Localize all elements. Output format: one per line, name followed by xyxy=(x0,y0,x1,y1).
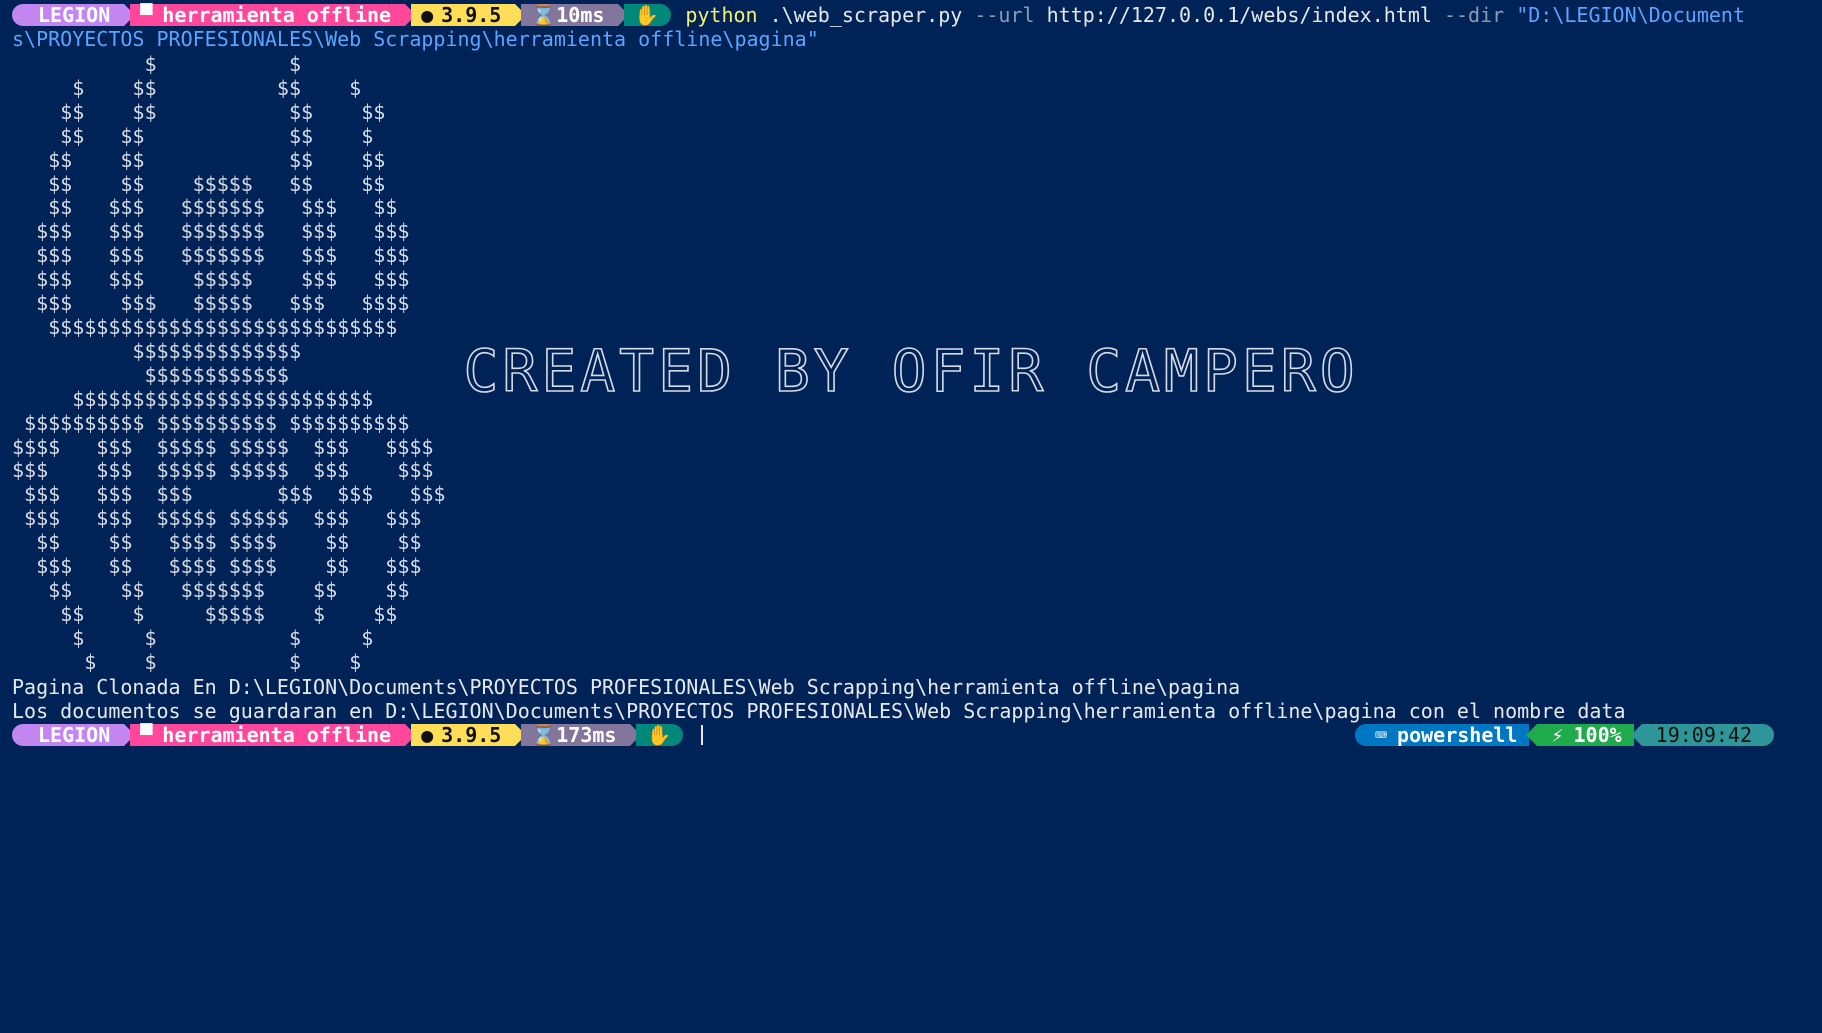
command-dir-wrap: s\PROYECTOS PROFESIONALES\Web Scrapping\… xyxy=(12,27,819,51)
battery-plug-icon: ⚡ xyxy=(1551,722,1564,747)
folder-icon: ▀ xyxy=(140,3,153,27)
prompt2-path-segment: ▀ herramienta offline xyxy=(130,722,416,747)
hourglass-icon: ⌛ xyxy=(531,3,557,27)
command-script: .\web_scraper.py xyxy=(757,3,975,27)
prompt-line-1: LEGION ▀ herramienta offline ● 3.9.5 ⌛ 10ms… xyxy=(12,3,1822,27)
prompt2-python-version: 3.9.5 xyxy=(441,722,502,747)
prompt2-python-segment: ● 3.9.5 xyxy=(411,722,527,747)
clock-segment: 19:09:42 xyxy=(1630,722,1774,747)
clock-time: 19:09:42 xyxy=(1655,722,1752,747)
prompt-status-segment: ✋ xyxy=(624,3,672,27)
python-icon: ● xyxy=(421,722,434,747)
command-flag-dir: --dir xyxy=(1443,3,1505,27)
prompt-user-segment: LEGION xyxy=(12,3,136,27)
command-url: http://127.0.0.1/webs/index.html xyxy=(1034,3,1444,27)
status-icon: ✋ xyxy=(646,722,672,747)
prompt-python-version: 3.9.5 xyxy=(441,3,502,27)
output-line-2: Los documentos se guardaran en D:\LEGION… xyxy=(12,698,1626,723)
text-cursor[interactable] xyxy=(701,724,704,745)
command-text[interactable]: python .\web_scraper.py --url http://127… xyxy=(685,3,1745,27)
shell-name: powershell xyxy=(1397,722,1518,747)
prompt2-exec-time: 173ms xyxy=(556,722,617,747)
prompt2-time-segment: ⌛ 173ms xyxy=(521,722,642,747)
prompt2-user: LEGION xyxy=(38,722,111,747)
prompt-line-2-container: LEGION ▀ herramienta offline ● 3.9.5 ⌛ 173m… xyxy=(12,723,1822,747)
art-row: $ $ $ $$ $$ $ $$ $$ $$ $$ $$ $$ $$ $ $$ … xyxy=(12,52,1822,675)
prompt-exec-time: 10ms xyxy=(556,3,605,27)
banner-text: CREATED BY OFIR CAMPERO xyxy=(463,336,1359,406)
prompt2-path: herramienta offline xyxy=(162,722,392,747)
status-icon: ✋ xyxy=(634,3,660,27)
terminal-icon: ⌨ xyxy=(1374,722,1388,747)
hourglass-icon: ⌛ xyxy=(531,722,557,747)
prompt-path-segment: ▀ herramienta offline xyxy=(130,3,416,27)
python-icon: ● xyxy=(421,3,434,27)
prompt-time-segment: ⌛ 10ms xyxy=(521,3,630,27)
prompt-path: herramienta offline xyxy=(162,3,392,27)
ascii-art-logo: $ $ $ $$ $$ $ $$ $$ $$ $$ $$ $$ $$ $ $$ … xyxy=(12,52,446,674)
shell-segment: ⌨ powershell xyxy=(1354,722,1530,747)
battery-segment: ⚡ 100% xyxy=(1526,722,1634,747)
prompt-python-segment: ● 3.9.5 xyxy=(411,3,527,27)
command-exe: python xyxy=(685,3,758,27)
prompt-user: LEGION xyxy=(38,3,111,27)
terminal-window[interactable]: LEGION ▀ herramienta offline ● 3.9.5 ⌛ 10ms… xyxy=(0,0,1822,1033)
prompt2-status-segment: ✋ xyxy=(636,722,684,747)
battery-level: 100% xyxy=(1573,722,1622,747)
command-flag-url: --url xyxy=(974,3,1035,27)
folder-icon: ▀ xyxy=(140,722,153,747)
right-prompt: ⌨ powershell ⚡ 100% 19:09:42 xyxy=(1347,723,1774,747)
prompt2-user-segment: LEGION xyxy=(12,722,136,747)
command-dir-part1: "D:\LEGION\Document xyxy=(1504,3,1745,27)
output-line-1: Pagina Clonada En D:\LEGION\Documents\PR… xyxy=(12,674,1241,699)
